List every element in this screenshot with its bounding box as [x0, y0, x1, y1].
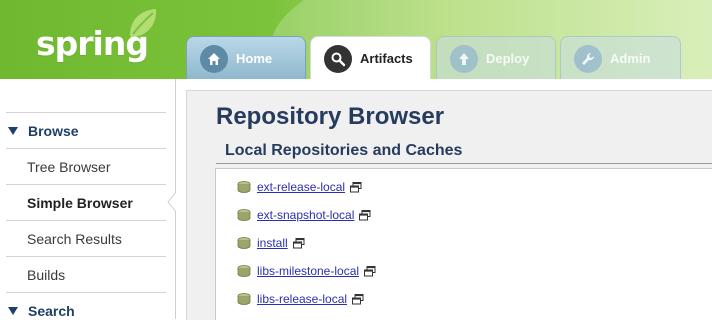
- repository-link[interactable]: install: [257, 236, 288, 250]
- active-item-pointer: [167, 184, 178, 220]
- tab-deploy-label: Deploy: [486, 51, 530, 66]
- list-item: libs-milestone-local: [236, 261, 376, 281]
- sidebar-item-builds[interactable]: Builds: [6, 256, 166, 292]
- list-item: install: [236, 233, 305, 253]
- sidebar-item-label: Builds: [27, 266, 66, 283]
- tab-home[interactable]: Home: [186, 36, 306, 79]
- open-new-window-icon[interactable]: [359, 209, 371, 221]
- list-item: libs-release-local: [236, 289, 364, 309]
- list-item: ext-release-local: [236, 177, 362, 197]
- open-new-window-icon[interactable]: [350, 181, 362, 193]
- leaf-icon: [130, 9, 157, 37]
- upload-icon: [450, 44, 478, 73]
- sidebar-section-label: Browse: [28, 122, 79, 139]
- section-title: Local Repositories and Caches: [225, 142, 463, 159]
- repository-icon: [237, 293, 251, 305]
- tab-home-label: Home: [236, 51, 273, 66]
- repository-icon: [237, 209, 251, 221]
- collapse-triangle-icon: [8, 126, 18, 135]
- spring-logo[interactable]: spring: [36, 9, 157, 68]
- repository-icon: [237, 181, 251, 193]
- repository-link[interactable]: libs-release-local: [257, 292, 347, 306]
- sidebar-item-label: Search Results: [27, 230, 122, 247]
- app-header: spring Home Artifacts Deploy Admin: [0, 0, 712, 79]
- sidebar-item-label: Simple Browser: [27, 194, 133, 211]
- tab-artifacts-label: Artifacts: [360, 51, 413, 66]
- sidebar-section-browse[interactable]: Browse: [6, 112, 166, 148]
- collapse-triangle-icon: [8, 306, 18, 315]
- sidebar-section-label: Search: [28, 302, 75, 319]
- repository-link[interactable]: ext-release-local: [257, 180, 345, 194]
- home-icon: [200, 44, 228, 73]
- repository-link[interactable]: libs-milestone-local: [257, 264, 359, 278]
- section-divider: [216, 163, 712, 164]
- tab-admin[interactable]: Admin: [560, 36, 681, 79]
- open-new-window-icon[interactable]: [292, 237, 305, 249]
- list-item: ext-snapshot-local: [236, 205, 371, 225]
- wrench-icon: [574, 44, 602, 73]
- sidebar-item-tree-browser[interactable]: Tree Browser: [6, 148, 166, 184]
- sidebar-item-label: Tree Browser: [27, 158, 111, 175]
- sidebar: Browse Tree Browser Simple Browser Searc…: [0, 79, 176, 319]
- repository-icon: [237, 237, 251, 249]
- tab-artifacts[interactable]: Artifacts: [310, 36, 431, 79]
- sidebar-item-search-results[interactable]: Search Results: [6, 220, 166, 256]
- open-new-window-icon[interactable]: [352, 293, 364, 305]
- sidebar-item-simple-browser[interactable]: Simple Browser: [6, 184, 166, 220]
- open-new-window-icon[interactable]: [364, 265, 376, 277]
- tab-deploy[interactable]: Deploy: [436, 36, 556, 79]
- repository-icon: [237, 265, 251, 277]
- search-icon: [324, 44, 352, 73]
- sidebar-section-search[interactable]: Search: [6, 292, 166, 328]
- repository-link[interactable]: ext-snapshot-local: [257, 208, 354, 222]
- page-title: Repository Browser: [216, 103, 445, 130]
- tab-admin-label: Admin: [610, 51, 651, 66]
